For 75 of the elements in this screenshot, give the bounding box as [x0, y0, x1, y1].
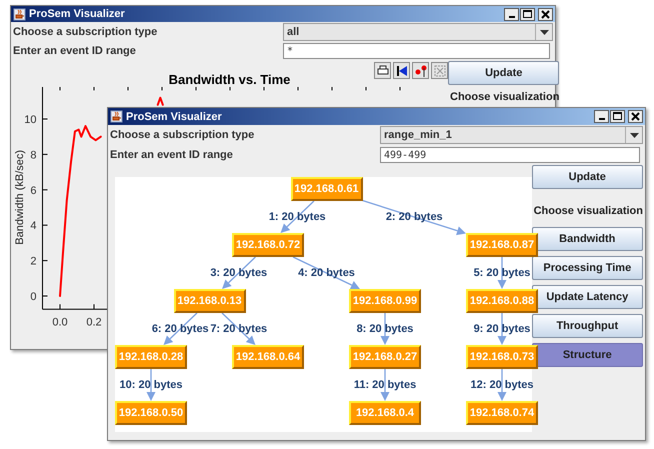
reset-button[interactable]	[393, 62, 410, 79]
host-node[interactable]: 192.168.0.61	[290, 177, 362, 201]
edge-label: 11: 20 bytes	[354, 379, 416, 391]
host-node[interactable]: 192.168.0.99	[349, 289, 421, 313]
maximize-button[interactable]	[610, 110, 625, 123]
range-field[interactable]: 499-499	[380, 147, 640, 163]
x-tick-label: 0.2	[86, 316, 102, 328]
edge-label: 6: 20 bytes	[152, 323, 209, 335]
update-button[interactable]: Update	[532, 165, 643, 189]
visualization-button[interactable]: Throughput	[532, 314, 643, 338]
edge-label: 4: 20 bytes	[298, 267, 355, 279]
host-node[interactable]: 192.168.0.73	[466, 345, 538, 369]
y-tick-label: 10	[24, 114, 36, 126]
host-node[interactable]: 192.168.0.27	[349, 345, 421, 369]
window-title: ProSem Visualizer	[126, 110, 223, 122]
pin-icon	[414, 64, 426, 76]
host-node[interactable]: 192.168.0.88	[466, 289, 538, 313]
host-node[interactable]: 192.168.0.72	[232, 233, 304, 257]
y-tick-label: 6	[30, 184, 36, 197]
close-button[interactable]	[538, 8, 553, 21]
caret-icon	[630, 132, 638, 138]
coffee-cup-icon	[110, 110, 123, 123]
maximize-icon	[613, 112, 622, 121]
edge-label: 2: 20 bytes	[386, 211, 443, 223]
edge-label: 3: 20 bytes	[210, 267, 268, 279]
close-icon	[541, 10, 550, 19]
minimize-icon	[508, 16, 514, 18]
edge-label: 8: 20 bytes	[356, 323, 414, 335]
subscription-dropdown[interactable]: all	[283, 23, 553, 42]
range-field[interactable]: *	[283, 43, 550, 60]
bandwidth-line	[156, 96, 164, 106]
host-node[interactable]: 192.168.0.74	[466, 401, 538, 425]
maximize-icon	[523, 10, 532, 19]
subscription-label: Choose a subscription type	[13, 26, 158, 38]
edge-label: 7: 20 bytes	[210, 323, 268, 335]
y-tick-label: 8	[30, 149, 36, 162]
print-button[interactable]	[374, 62, 391, 79]
edge-label: 10: 20 bytes	[120, 379, 182, 391]
y-tick-label: 0	[30, 291, 36, 303]
minimize-button[interactable]	[504, 8, 519, 21]
visualization-label: Choose visualization	[532, 204, 643, 219]
update-button[interactable]: Update	[448, 61, 560, 85]
subscription-label: Choose a subscription type	[110, 129, 256, 141]
subscription-dropdown[interactable]: range_min_1	[380, 126, 643, 144]
range-label: Enter an event ID range	[110, 149, 234, 161]
close-icon	[631, 112, 640, 121]
y-axis-label: Bandwidth (kB/sec)	[14, 150, 26, 245]
fit-icon	[434, 64, 446, 76]
edge-label: 1: 20 bytes	[268, 211, 326, 223]
host-node[interactable]: 192.168.0.87	[466, 233, 538, 257]
host-node[interactable]: 192.168.0.13	[174, 289, 246, 313]
coffee-cup-icon	[13, 8, 26, 21]
edge-label: 9: 20 bytes	[474, 323, 530, 335]
printer-icon	[376, 65, 388, 76]
caret-icon	[540, 30, 548, 35]
host-node[interactable]: 192.168.0.50	[115, 401, 187, 425]
maximize-button[interactable]	[520, 8, 535, 21]
y-tick-label: 2	[30, 256, 36, 268]
edge-label: 5: 20 bytes	[474, 267, 530, 279]
skip-back-icon	[396, 64, 408, 76]
arrow	[292, 256, 360, 290]
visualization-button[interactable]: Processing Time	[532, 256, 643, 280]
host-node[interactable]: 192.168.0.64	[232, 345, 304, 369]
range-label: Enter an event ID range	[13, 45, 137, 58]
y-tick-label: 4	[30, 220, 36, 232]
edge-label: 12: 20 bytes	[470, 379, 534, 391]
close-button[interactable]	[628, 110, 643, 123]
chart-title: Bandwidth vs. Time	[168, 72, 290, 87]
marker-button[interactable]	[412, 62, 429, 79]
minimize-icon	[598, 118, 604, 120]
x-tick-label: 0.0	[52, 316, 68, 328]
minimize-button[interactable]	[594, 110, 609, 123]
host-node[interactable]: 192.168.0.28	[115, 345, 187, 369]
window-title: ProSem Visualizer	[29, 8, 126, 20]
host-node[interactable]: 192.168.0.4	[349, 401, 421, 425]
